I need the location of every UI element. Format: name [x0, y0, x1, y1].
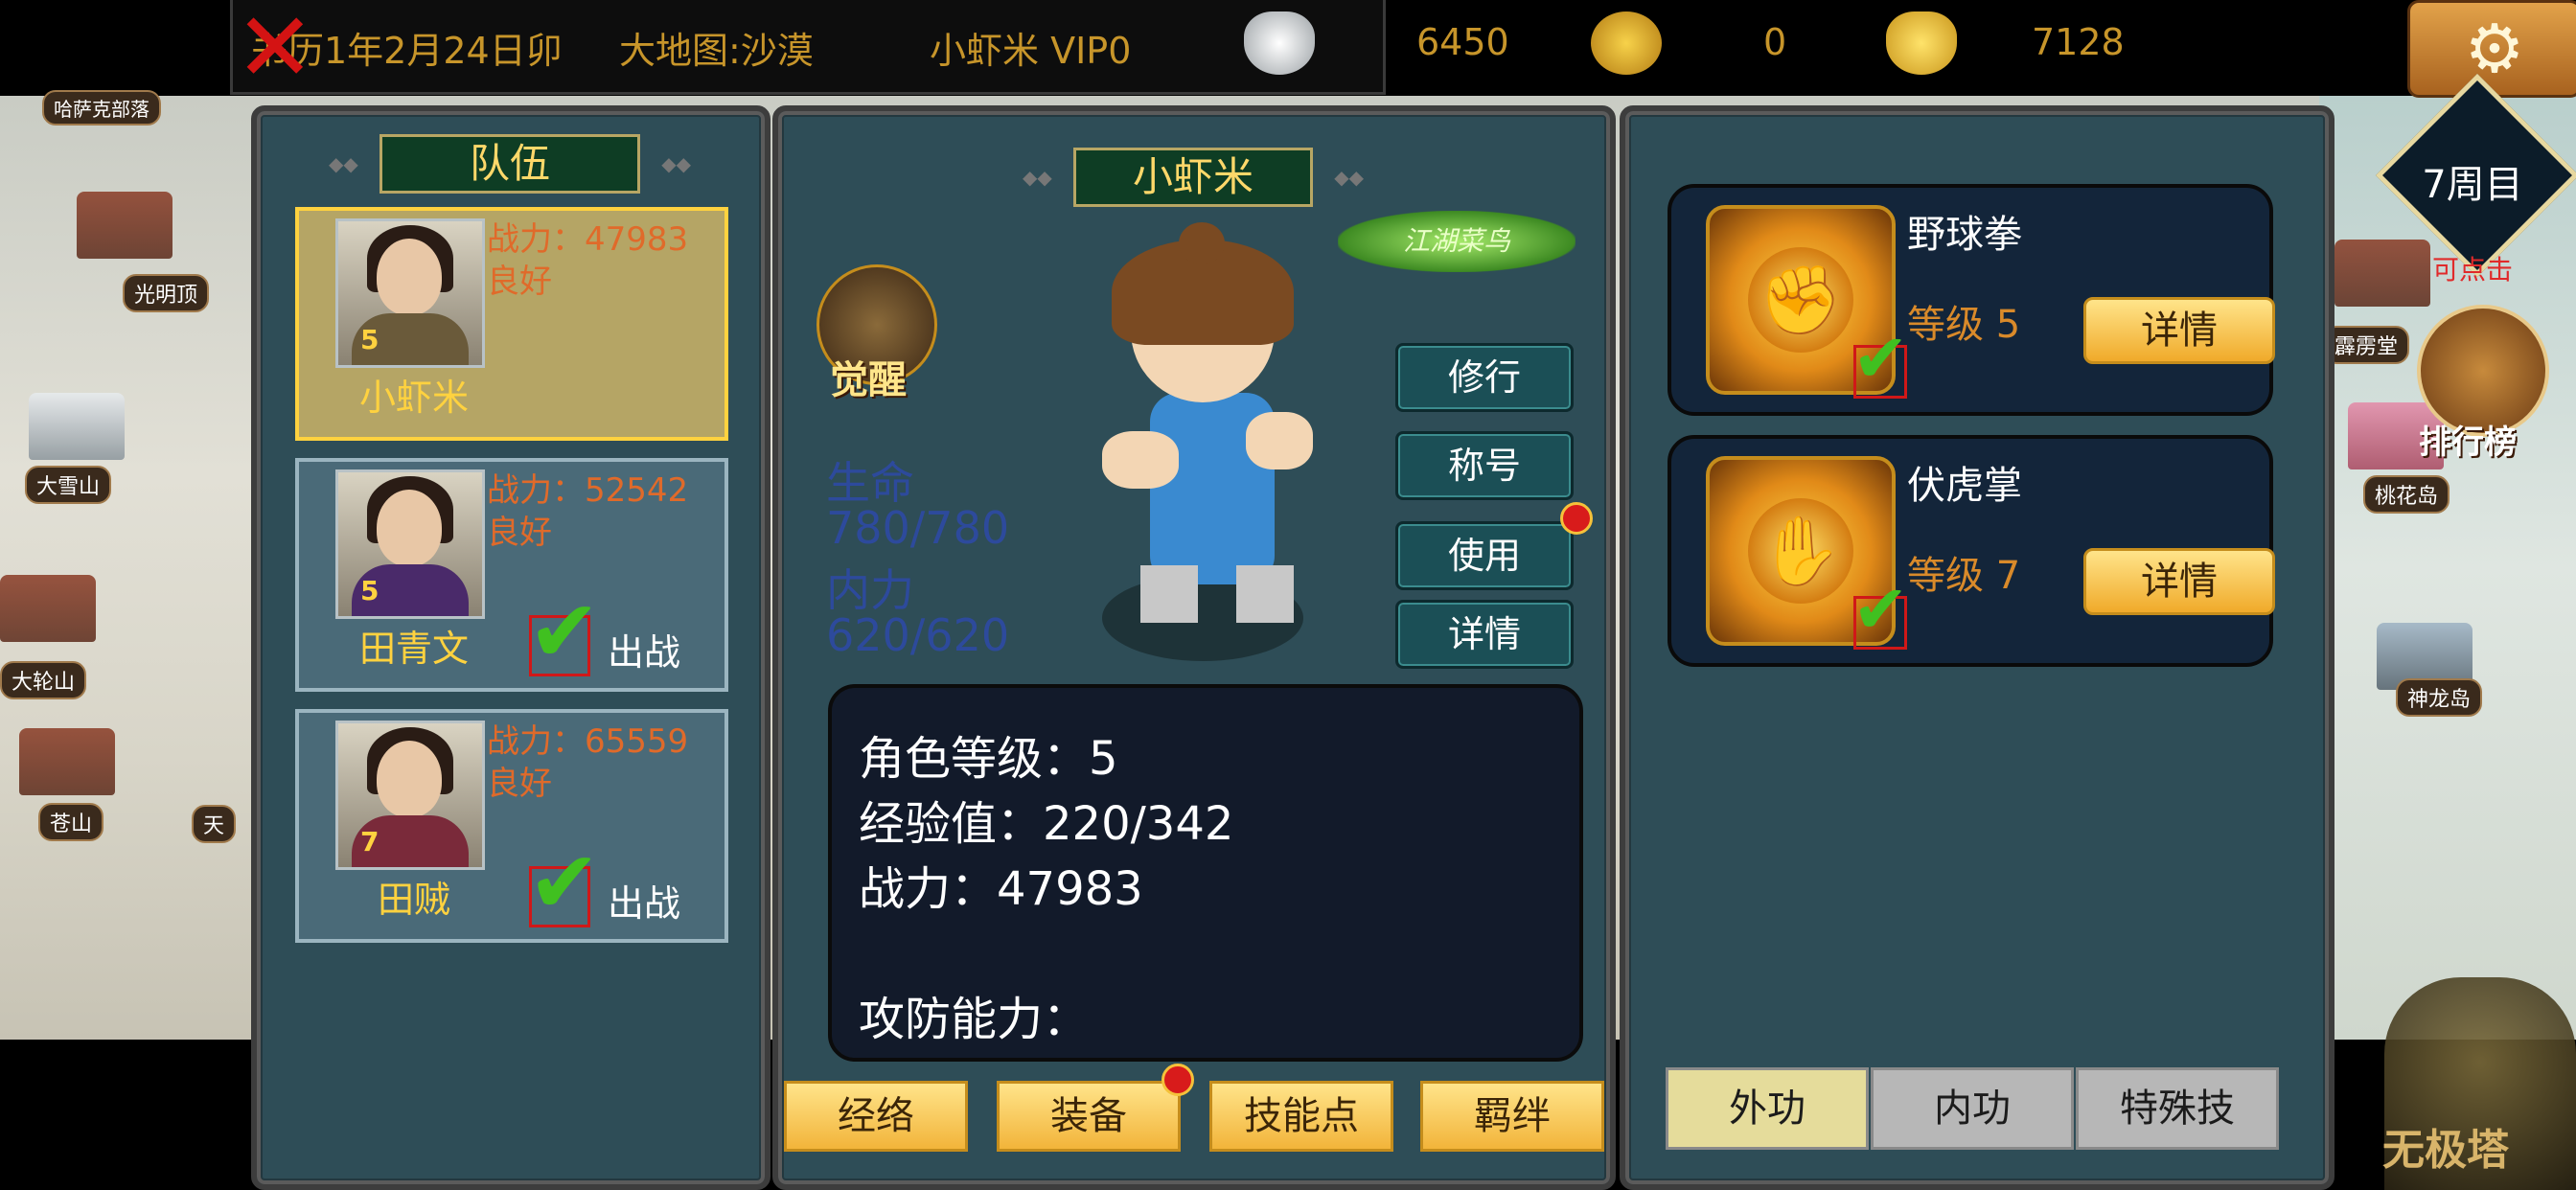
skill-row: ✊ ✔ 野球拳 等级 5 详情: [1668, 184, 2275, 416]
awaken-label[interactable]: 觉醒: [830, 349, 907, 404]
map-label-dalunshan[interactable]: 大轮山: [0, 661, 87, 699]
skill-equip-checkbox[interactable]: ✔: [1852, 325, 1909, 399]
skill-name: 野球拳: [1907, 213, 2022, 257]
cultivate-button[interactable]: 修行: [1395, 343, 1574, 412]
member-level: 7: [360, 826, 380, 858]
deploy-checkbox[interactable]: ✔: [528, 589, 600, 676]
map-label-taohua[interactable]: 桃花岛: [2363, 475, 2450, 514]
title-button[interactable]: 称号: [1395, 431, 1574, 500]
wuji-tower-label[interactable]: 无极塔: [2382, 1115, 2509, 1177]
member-name: 田贼: [377, 879, 450, 921]
member-power: 战力：65559 良好: [487, 722, 689, 803]
skill-equip-checkbox[interactable]: ✔: [1852, 576, 1909, 650]
team-title: 队伍: [329, 134, 691, 194]
week-label: 7周目: [2422, 163, 2523, 207]
deploy-checkbox[interactable]: ✔: [528, 840, 600, 927]
map-label-pili[interactable]: 霹雳堂: [2323, 326, 2410, 364]
cangshan-building[interactable]: [19, 728, 115, 795]
map-name: 大地图:沙漠: [619, 30, 814, 72]
map-label-tian[interactable]: 天: [192, 805, 237, 843]
coin-amount: 0: [1763, 21, 1787, 63]
character-power: 战力：47983: [859, 862, 1143, 916]
skill-row: ✋ ✔ 伏虎掌 等级 7 详情: [1668, 435, 2275, 667]
character-info-box: 角色等级：5 经验值：220/342 战力：47983 攻防能力：: [828, 684, 1583, 1062]
character-name-title: 小虾米: [1023, 148, 1364, 207]
bond-button[interactable]: 羁绊: [1420, 1081, 1604, 1152]
dalunshan-building[interactable]: [0, 575, 96, 642]
team-card-tianqingwen[interactable]: 5 战力：52542 良好 田青文 ✔ 出战: [295, 458, 728, 692]
character-exp: 经验值：220/342: [859, 797, 1234, 851]
skill-name: 伏虎掌: [1907, 464, 2022, 508]
attack-defense-label: 攻防能力：: [859, 993, 1090, 1046]
portrait-xiaoxiami: [335, 218, 485, 368]
gold-ingot-icon: [1886, 11, 1957, 75]
close-icon[interactable]: ✕: [235, 0, 315, 96]
skill-points-button[interactable]: 技能点: [1209, 1081, 1393, 1152]
guangming-building[interactable]: [77, 192, 172, 259]
click-hint: 可点击: [2432, 254, 2514, 286]
pili-building[interactable]: [2334, 240, 2430, 307]
deploy-label: 出战: [608, 882, 681, 925]
settings-gear-icon[interactable]: ⚙: [2407, 0, 2576, 98]
daxueshan-building[interactable]: [29, 393, 125, 460]
team-card-xiaoxiami[interactable]: 5 战力：47983 良好 小虾米: [295, 207, 728, 441]
tab-internal-skills[interactable]: 内功: [1871, 1067, 2074, 1150]
member-level: 5: [360, 324, 380, 355]
player-name-vip: 小虾米 VIP0: [930, 30, 1132, 72]
portrait-tianqingwen: [335, 469, 485, 619]
member-power: 战力：47983 良好: [487, 220, 689, 301]
map-label-guangming[interactable]: 光明顶: [123, 274, 210, 312]
map-label-cangshan[interactable]: 苍山: [38, 803, 104, 841]
notification-dot: [1560, 502, 1593, 535]
skill-detail-button[interactable]: 详情: [2083, 548, 2275, 615]
portrait-tianzei: [335, 721, 485, 870]
map-label-daxueshan[interactable]: 大雪山: [25, 466, 112, 504]
rank-badge: 江湖菜鸟: [1338, 211, 1576, 272]
deploy-label: 出战: [608, 631, 681, 674]
meridian-button[interactable]: 经络: [784, 1081, 968, 1152]
tab-external-skills[interactable]: 外功: [1666, 1067, 1869, 1150]
mp-value: 620/620: [826, 609, 1010, 661]
member-name: 田青文: [358, 628, 469, 670]
skill-level: 等级 7: [1907, 554, 2021, 598]
map-label-hasake[interactable]: 哈萨克部落: [42, 90, 161, 126]
silver-amount: 6450: [1416, 21, 1509, 63]
equipment-notification-dot: [1162, 1064, 1194, 1096]
use-button[interactable]: 使用: [1395, 521, 1574, 590]
character-detail-button[interactable]: 详情: [1395, 600, 1574, 669]
skill-level: 等级 5: [1907, 303, 2021, 347]
hp-value: 780/780: [826, 502, 1010, 554]
ranking-label[interactable]: 排行榜: [2419, 416, 2517, 463]
member-name: 小虾米: [358, 377, 469, 419]
silver-ingot-icon: [1244, 11, 1315, 75]
equipment-button[interactable]: 装备: [997, 1081, 1181, 1152]
skill-detail-button[interactable]: 详情: [2083, 297, 2275, 364]
tab-special-skills[interactable]: 特殊技: [2076, 1067, 2279, 1150]
gold-amount: 7128: [2032, 21, 2125, 63]
member-power: 战力：52542 良好: [487, 471, 689, 552]
member-level: 5: [360, 575, 380, 606]
map-label-shenlong[interactable]: 神龙岛: [2396, 678, 2483, 717]
character-level: 角色等级：5: [859, 732, 1118, 786]
copper-coin-icon: [1591, 11, 1662, 75]
team-card-tianzei[interactable]: 7 战力：65559 良好 田贼 ✔ 出战: [295, 709, 728, 943]
